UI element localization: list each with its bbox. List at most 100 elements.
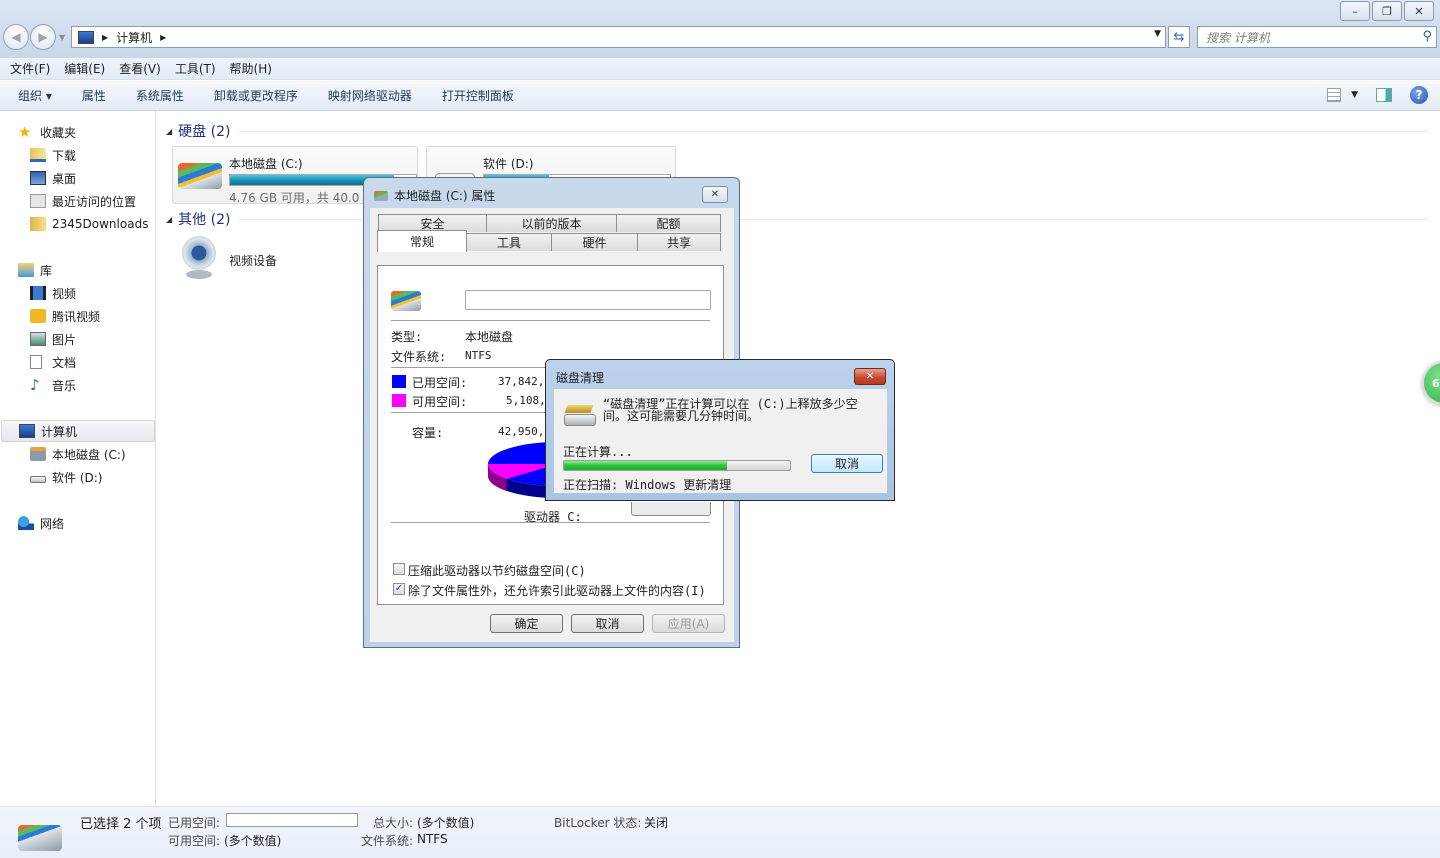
tab-hardware[interactable]: 硬件 [551, 233, 638, 251]
used-space-value: 37,842,2 [498, 375, 551, 388]
file-system-label: 文件系统: [391, 350, 447, 364]
free-space-label: 可用空间: [412, 395, 468, 409]
breadcrumb-separator-icon[interactable]: ▶ [160, 33, 166, 42]
menu-file[interactable]: 文件(F) [10, 60, 50, 77]
star-icon: ★ [18, 123, 32, 141]
folder-icon [30, 217, 46, 231]
hard-drive-icon [30, 475, 46, 483]
windows-drive-icon [30, 447, 46, 461]
tab-previous-versions[interactable]: 以前的版本 [486, 214, 617, 232]
view-dropdown-icon[interactable]: ▼ [1351, 90, 1358, 100]
webcam-stand-icon [186, 270, 212, 279]
restore-button[interactable]: ❐ [1372, 1, 1402, 21]
allow-indexing-checkbox[interactable]: ✓ [393, 583, 405, 595]
forward-button[interactable]: ▶ [30, 24, 56, 50]
close-button[interactable]: ✕ [1404, 1, 1434, 21]
sidebar-item-label: 视频 [52, 286, 77, 301]
sidebar-item-computer[interactable]: 计算机 [1, 420, 155, 442]
group-header-other[interactable]: ◢ 其他 (2) [166, 209, 230, 229]
item-video-device[interactable]: 视频设备 [182, 236, 342, 286]
open-control-panel-button[interactable]: 打开控制面板 [442, 87, 514, 104]
video-library-icon [30, 286, 46, 300]
map-network-drive-button[interactable]: 映射网络驱动器 [328, 87, 412, 104]
breadcrumb-separator-icon[interactable]: ▶ [102, 33, 108, 42]
sidebar-item-label: 网络 [40, 516, 65, 531]
nav-buttons: ◀ ▶ ▼ [3, 24, 65, 50]
pictures-library-icon [30, 332, 46, 346]
search-input[interactable]: 搜索 计算机 ⚲ [1197, 26, 1437, 48]
bitlocker-label: BitLocker 状态: [554, 816, 642, 830]
menu-edit[interactable]: 编辑(E) [64, 60, 105, 77]
cancel-button[interactable]: 取消 [571, 614, 644, 633]
downloads-folder-icon [30, 148, 46, 162]
scanning-status: 正在扫描: Windows 更新清理 [563, 478, 732, 492]
menu-help[interactable]: 帮助(H) [230, 60, 272, 77]
view-list-icon [1327, 88, 1342, 102]
recent-pages-dropdown[interactable]: ▼ [59, 33, 65, 42]
group-header-hard-disks[interactable]: ◢ 硬盘 (2) [166, 121, 230, 141]
sidebar-item-libraries[interactable]: 库 [18, 259, 174, 281]
search-placeholder: 搜索 计算机 [1206, 30, 1270, 45]
dialog-close-button[interactable]: ✕ [854, 368, 886, 385]
cleanup-progress-bar [563, 460, 791, 471]
dialog-body: “磁盘清理”正在计算可以在 (C:)上释放多少空 间。这可能需要几分钟时间。 正… [554, 389, 887, 493]
free-space-label: 可用空间: [168, 834, 221, 848]
compress-drive-checkbox[interactable] [393, 563, 405, 575]
tab-sharing[interactable]: 共享 [637, 233, 721, 251]
sidebar-item-label: 文档 [52, 355, 77, 370]
total-size-value: (多个数值) [417, 816, 475, 830]
minimize-button[interactable]: – [1340, 1, 1370, 21]
sidebar-item-label: 最近访问的位置 [52, 194, 137, 209]
sidebar-item-favorites[interactable]: ★ 收藏夹 [18, 121, 174, 143]
apply-button[interactable]: 应用(A) [652, 614, 725, 633]
back-arrow-icon: ◀ [11, 30, 21, 44]
file-system-value: NTFS [465, 349, 492, 362]
sidebar-item-label: 收藏夹 [40, 125, 77, 140]
change-view-button[interactable]: ▼ [1327, 88, 1358, 102]
menu-view[interactable]: 查看(V) [119, 60, 161, 77]
divider [391, 320, 710, 321]
tab-general[interactable]: 常规 [377, 230, 467, 252]
sidebar-item-network[interactable]: 网络 [18, 512, 174, 534]
disk-cleanup-button[interactable] [631, 502, 711, 516]
dialog-close-button[interactable]: ✕ [702, 186, 728, 203]
properties-button[interactable]: 属性 [82, 87, 106, 104]
uninstall-program-button[interactable]: 卸载或更改程序 [214, 87, 298, 104]
tab-tools[interactable]: 工具 [466, 233, 552, 251]
sidebar-item-label: 软件 (D:) [52, 470, 103, 485]
windows-drive-icon [178, 163, 222, 189]
free-space-value: (多个数值) [224, 834, 282, 848]
progress-fill [564, 461, 727, 470]
free-space-color-swatch [392, 394, 406, 407]
selected-drives-icon [18, 825, 62, 851]
organize-button[interactable]: 组织 ▾ [18, 87, 52, 104]
preview-pane-icon[interactable] [1376, 88, 1392, 102]
help-icon[interactable]: ? [1410, 86, 1428, 104]
search-icon[interactable]: ⚲ [1422, 29, 1432, 44]
address-dropdown-icon[interactable]: ▼ [1154, 29, 1161, 39]
drive-free-space: 4.76 GB 可用，共 40.0 GB [229, 191, 381, 205]
computer-icon [19, 424, 35, 438]
ok-button[interactable]: 确定 [490, 614, 563, 633]
dialog-title-text: 本地磁盘 (C:) 属性 [394, 189, 496, 203]
drive-label-input[interactable] [465, 290, 711, 310]
used-space-label: 已用空间: [412, 376, 468, 390]
address-bar[interactable]: ▶ 计算机 ▶ ▼ [71, 26, 1166, 48]
type-value: 本地磁盘 [465, 330, 514, 344]
divider [391, 522, 710, 523]
back-button[interactable]: ◀ [3, 24, 29, 50]
network-icon [18, 516, 34, 530]
view-controls: ▼ ? [1327, 86, 1428, 104]
cleanup-status: 正在计算... [563, 445, 633, 459]
refresh-button[interactable]: ⇆ [1168, 26, 1190, 48]
selection-count: 已选择 2 个项 [80, 817, 162, 832]
group-label: 硬盘 (2) [178, 124, 231, 140]
type-label: 类型: [391, 330, 423, 344]
menu-tools[interactable]: 工具(T) [175, 60, 216, 77]
sidebar-item-label: 桌面 [52, 171, 77, 186]
tab-quota[interactable]: 配额 [616, 214, 721, 232]
system-properties-button[interactable]: 系统属性 [136, 87, 184, 104]
cleanup-cancel-button[interactable]: 取消 [811, 454, 883, 473]
desktop-icon [30, 171, 46, 185]
breadcrumb-computer[interactable]: 计算机 [116, 29, 152, 46]
